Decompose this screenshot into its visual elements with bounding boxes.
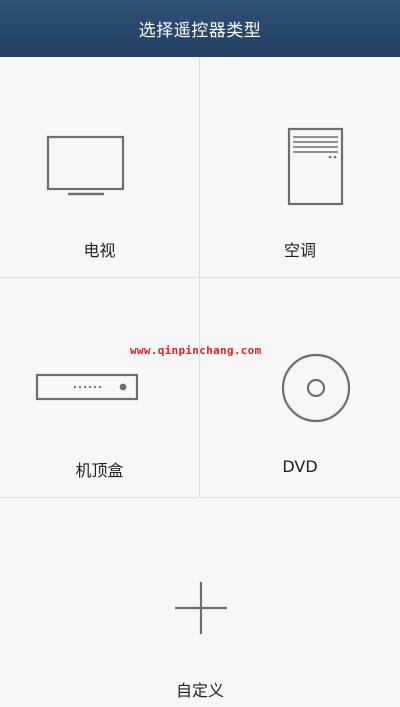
device-option-tv[interactable]: 电视	[0, 57, 200, 278]
device-label-tv: 电视	[83, 241, 116, 260]
page-title: 选择遥控器类型	[138, 21, 262, 41]
device-label-air-conditioner: 空调	[283, 241, 316, 260]
device-label-set-top-box: 机顶盒	[75, 461, 124, 480]
plus-icon	[175, 582, 227, 634]
device-option-set-top-box[interactable]: 机顶盒	[0, 278, 200, 498]
device-option-dvd[interactable]: DVD	[200, 278, 400, 498]
app-header: 选择遥控器类型	[0, 0, 400, 57]
watermark-text: www.qinpinchang.com	[130, 344, 262, 357]
air-conditioner-icon	[287, 127, 344, 206]
remote-type-grid: 电视 空调 机顶盒 DVD 自定义	[0, 57, 400, 707]
set-top-box-icon	[35, 373, 139, 401]
disc-icon	[281, 353, 351, 423]
device-option-custom[interactable]: 自定义	[0, 498, 400, 707]
device-option-air-conditioner[interactable]: 空调	[200, 57, 400, 278]
device-label-dvd: DVD	[282, 457, 318, 476]
tv-icon	[46, 135, 125, 196]
device-label-custom: 自定义	[175, 681, 224, 700]
